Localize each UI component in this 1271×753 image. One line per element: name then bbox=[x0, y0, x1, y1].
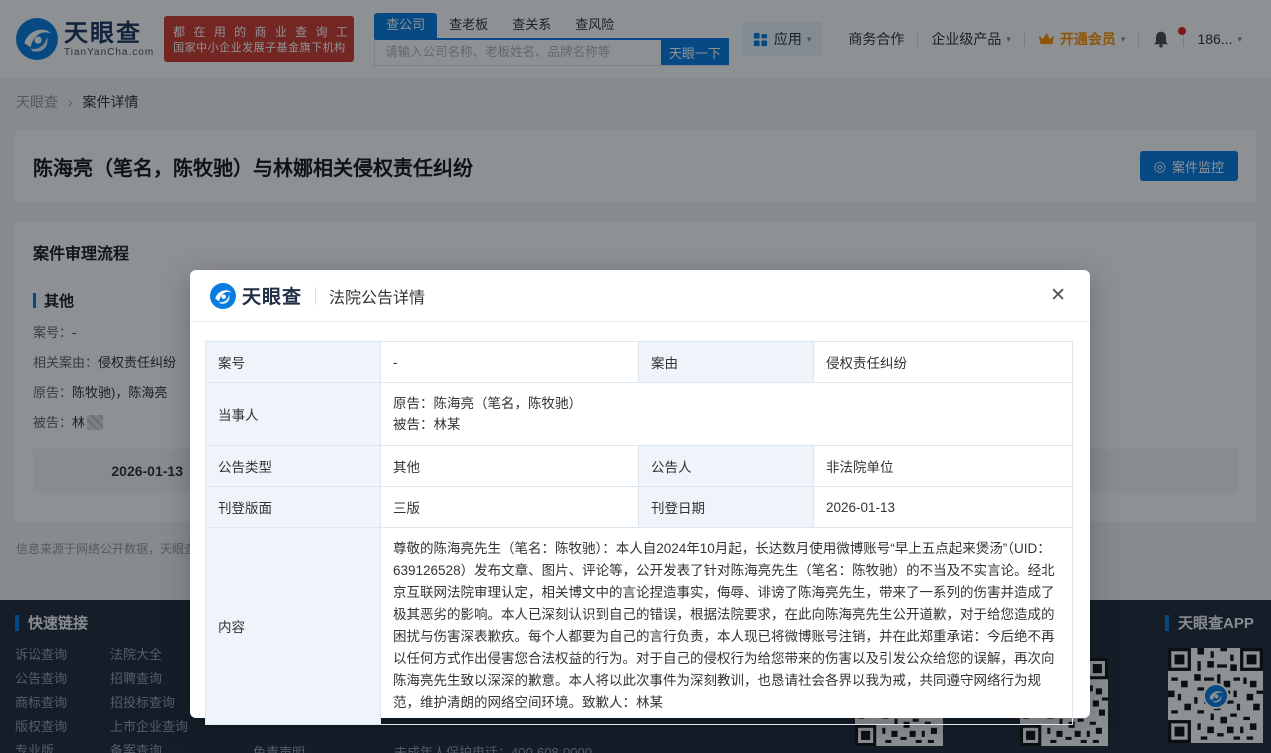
party-plaintiff: 原告：陈海亮（笔名，陈牧驰） bbox=[393, 393, 1060, 414]
table-row: 公告类型 其他 公告人 非法院单位 bbox=[206, 446, 1073, 487]
party-value-cell: 原告：陈海亮（笔名，陈牧驰） 被告：林某 bbox=[381, 383, 1073, 446]
case-no-label-cell: 案号 bbox=[206, 342, 381, 383]
content-label-cell: 内容 bbox=[206, 528, 381, 725]
divider bbox=[315, 287, 316, 305]
layout-label-cell: 刊登版面 bbox=[206, 487, 381, 528]
type-label-cell: 公告类型 bbox=[206, 446, 381, 487]
modal-logo-icon bbox=[210, 283, 236, 309]
table-row: 刊登版面 三版 刊登日期 2026-01-13 bbox=[206, 487, 1073, 528]
table-row: 内容 尊敬的陈海亮先生（笔名：陈牧驰）：本人自2024年10月起，长达数月使用微… bbox=[206, 528, 1073, 725]
announcement-detail-table: 案号 - 案由 侵权责任纠纷 当事人 原告：陈海亮（笔名，陈牧驰） 被告：林某 … bbox=[205, 341, 1073, 725]
layout-value-cell: 三版 bbox=[381, 487, 639, 528]
modal-close-button[interactable]: ✕ bbox=[1046, 282, 1070, 309]
table-row: 案号 - 案由 侵权责任纠纷 bbox=[206, 342, 1073, 383]
modal-body: 案号 - 案由 侵权责任纠纷 当事人 原告：陈海亮（笔名，陈牧驰） 被告：林某 … bbox=[190, 322, 1090, 725]
party-label-cell: 当事人 bbox=[206, 383, 381, 446]
type-value-cell: 其他 bbox=[381, 446, 639, 487]
date-label-cell: 刊登日期 bbox=[639, 487, 814, 528]
court-announcement-modal: 天眼查 法院公告详情 ✕ 案号 - 案由 侵权责任纠纷 当事人 原告：陈海亮（ bbox=[190, 270, 1090, 718]
table-row: 当事人 原告：陈海亮（笔名，陈牧驰） 被告：林某 bbox=[206, 383, 1073, 446]
case-no-value-cell: - bbox=[381, 342, 639, 383]
date-value-cell: 2026-01-13 bbox=[814, 487, 1073, 528]
close-icon: ✕ bbox=[1050, 285, 1066, 306]
announcer-value-cell: 非法院单位 bbox=[814, 446, 1073, 487]
cause-label-cell: 案由 bbox=[639, 342, 814, 383]
modal-title: 法院公告详情 bbox=[329, 284, 425, 308]
party-defendant: 被告：林某 bbox=[393, 414, 1060, 435]
modal-header: 天眼查 法院公告详情 ✕ bbox=[190, 270, 1090, 322]
announcer-label-cell: 公告人 bbox=[639, 446, 814, 487]
cause-value-cell: 侵权责任纠纷 bbox=[814, 342, 1073, 383]
content-value-cell: 尊敬的陈海亮先生（笔名：陈牧驰）：本人自2024年10月起，长达数月使用微博账号… bbox=[381, 528, 1073, 725]
modal-brand: 天眼查 bbox=[242, 282, 302, 309]
page: 天眼查 TianYanCha.com 都 在 用 的 商 业 查 询 工 具 国… bbox=[0, 0, 1271, 753]
